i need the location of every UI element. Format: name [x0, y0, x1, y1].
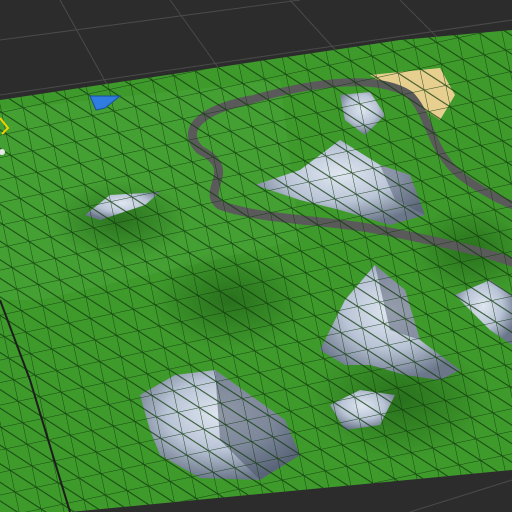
- scene-viewport[interactable]: [0, 0, 512, 512]
- terrain-scene[interactable]: [0, 0, 512, 512]
